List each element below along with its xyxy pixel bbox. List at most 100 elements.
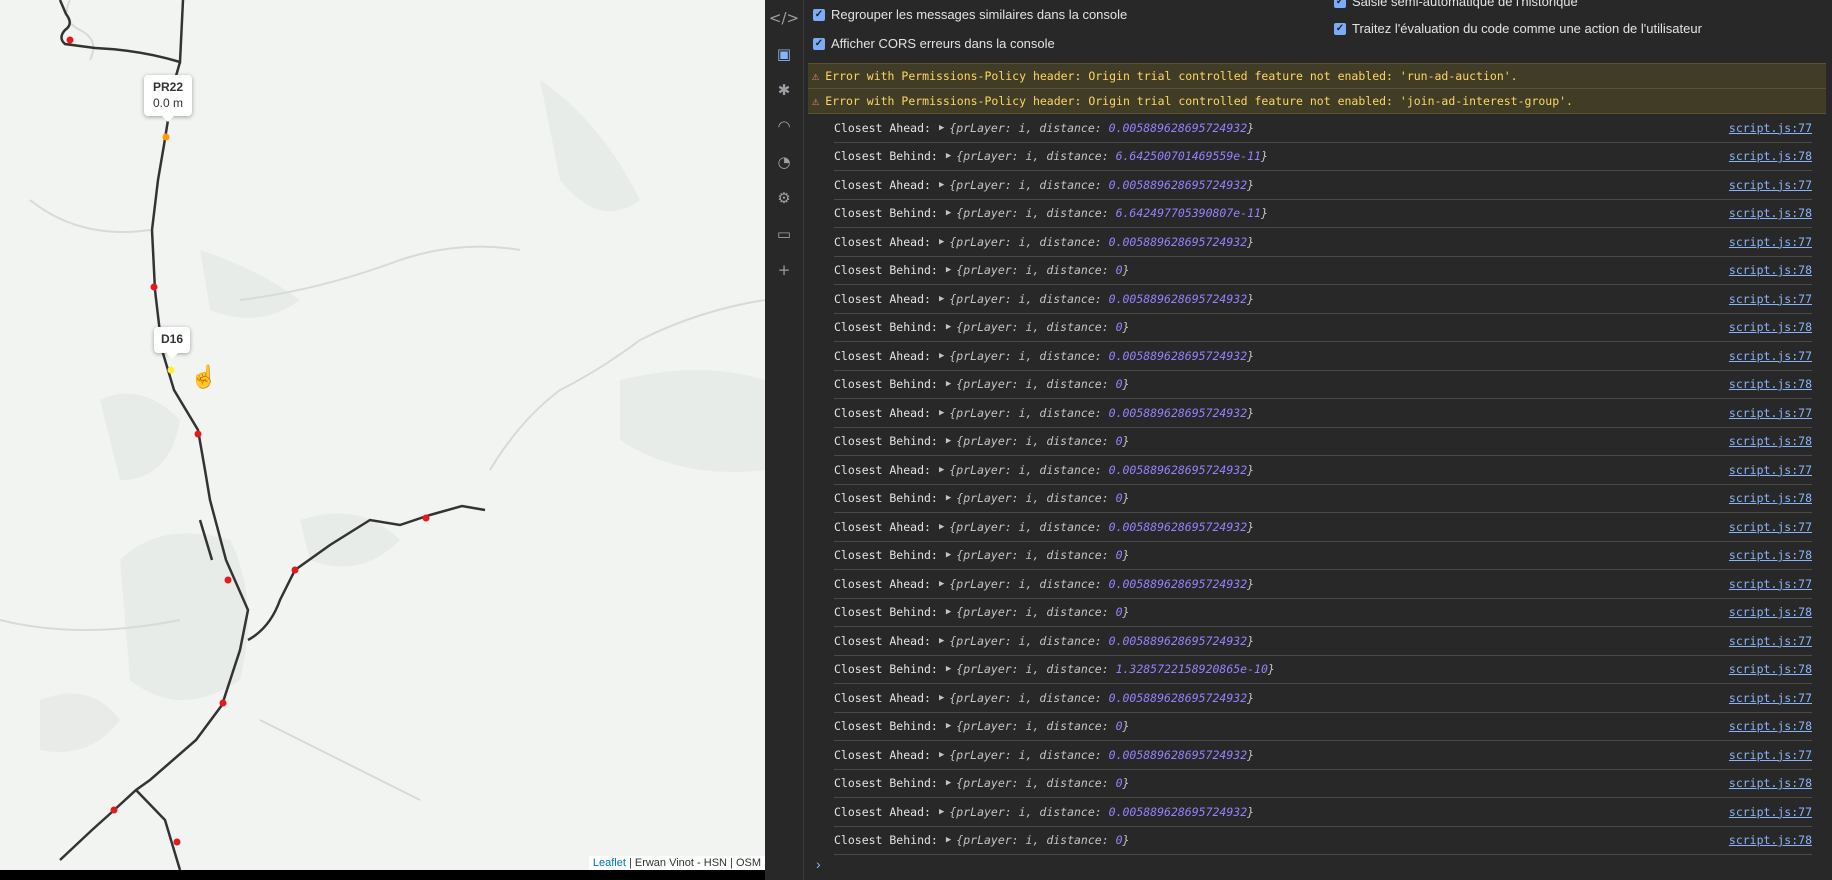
source-link[interactable]: script.js:78 — [1729, 548, 1812, 562]
checkbox-checked-icon[interactable]: ✓ — [813, 8, 825, 21]
console-log-row[interactable]: Closest Behind: ▶ {prLayer: i, distance: 6… — [834, 143, 1812, 171]
expand-triangle-icon[interactable]: ▶ — [946, 721, 951, 731]
setting-eval-user-action[interactable]: ✓ Traitez l'évaluation du code comme une… — [1334, 21, 1702, 36]
log-object[interactable]: {prLayer: i, distance: 0.005889628695724… — [949, 178, 1254, 192]
log-object[interactable]: {prLayer: i, distance: 0} — [956, 776, 1129, 790]
source-link[interactable]: script.js:77 — [1729, 349, 1812, 363]
console-log-row[interactable]: Closest Ahead: ▶ {prLayer: i, distance: 0.… — [834, 798, 1812, 827]
expand-triangle-icon[interactable]: ▶ — [939, 636, 944, 646]
code-icon[interactable]: </> — [765, 0, 803, 36]
expand-triangle-icon[interactable]: ▶ — [939, 123, 944, 133]
log-object[interactable]: {prLayer: i, distance: 0.005889628695724… — [949, 349, 1254, 363]
source-link[interactable]: script.js:78 — [1729, 320, 1812, 334]
source-link[interactable]: script.js:78 — [1729, 206, 1812, 220]
console-log-row[interactable]: Closest Behind: ▶ {prLayer: i, distance: 0… — [834, 371, 1812, 399]
setting-show-cors[interactable]: ✓ Afficher CORS erreurs dans la console — [813, 36, 1055, 51]
source-link[interactable]: script.js:78 — [1729, 263, 1812, 277]
log-object[interactable]: {prLayer: i, distance: 0} — [956, 491, 1129, 505]
expand-triangle-icon[interactable]: ▶ — [946, 493, 951, 503]
expand-triangle-icon[interactable]: ▶ — [939, 522, 944, 532]
expand-triangle-icon[interactable]: ▶ — [939, 294, 944, 304]
console-log-row[interactable]: Closest Ahead: ▶ {prLayer: i, distance: 0.… — [834, 228, 1812, 257]
expand-triangle-icon[interactable]: ▶ — [939, 351, 944, 361]
source-link[interactable]: script.js:78 — [1729, 833, 1812, 847]
source-link[interactable]: script.js:78 — [1729, 434, 1812, 448]
source-link[interactable]: script.js:77 — [1729, 178, 1812, 192]
source-link[interactable]: script.js:78 — [1729, 605, 1812, 619]
source-link[interactable]: script.js:77 — [1729, 691, 1812, 705]
expand-triangle-icon[interactable]: ▶ — [946, 151, 951, 161]
source-link[interactable]: script.js:78 — [1729, 662, 1812, 676]
expand-triangle-icon[interactable]: ▶ — [946, 322, 951, 332]
log-object[interactable]: {prLayer: i, distance: 0.005889628695724… — [949, 520, 1254, 534]
checkbox-checked-icon[interactable]: ✓ — [1334, 22, 1346, 35]
log-object[interactable]: {prLayer: i, distance: 0} — [956, 605, 1129, 619]
log-object[interactable]: {prLayer: i, distance: 6.642500701469559… — [956, 149, 1268, 163]
plus-icon[interactable]: + — [765, 252, 803, 288]
log-object[interactable]: {prLayer: i, distance: 0.005889628695724… — [949, 748, 1254, 762]
console-log-row[interactable]: Closest Behind: ▶ {prLayer: i, distance: 0… — [834, 257, 1812, 285]
console-log-row[interactable]: Closest Behind: ▶ {prLayer: i, distance: 0… — [834, 314, 1812, 342]
expand-triangle-icon[interactable]: ▶ — [946, 835, 951, 845]
console-log-row[interactable]: Closest Behind: ▶ {prLayer: i, distance: 0… — [834, 485, 1812, 513]
source-link[interactable]: script.js:77 — [1729, 748, 1812, 762]
console-log-row[interactable]: Closest Behind: ▶ {prLayer: i, distance: 0… — [834, 827, 1812, 855]
expand-triangle-icon[interactable]: ▶ — [939, 408, 944, 418]
checkbox-checked-icon[interactable]: ✓ — [1334, 0, 1346, 8]
expand-triangle-icon[interactable]: ▶ — [946, 265, 951, 275]
console-log-row[interactable]: Closest Ahead: ▶ {prLayer: i, distance: 0.… — [834, 684, 1812, 713]
source-link[interactable]: script.js:77 — [1729, 577, 1812, 591]
log-object[interactable]: {prLayer: i, distance: 0.005889628695724… — [949, 691, 1254, 705]
expand-triangle-icon[interactable]: ▶ — [939, 237, 944, 247]
expand-triangle-icon[interactable]: ▶ — [939, 180, 944, 190]
bug-icon[interactable]: ✱ — [765, 72, 803, 108]
console-warning[interactable]: ⚠ Error with Permissions-Policy header: … — [808, 63, 1826, 89]
log-object[interactable]: {prLayer: i, distance: 0} — [956, 548, 1129, 562]
source-link[interactable]: script.js:77 — [1729, 520, 1812, 534]
console-prompt-icon[interactable]: › — [816, 856, 821, 872]
expand-triangle-icon[interactable]: ▶ — [946, 778, 951, 788]
console-log-row[interactable]: Closest Ahead: ▶ {prLayer: i, distance: 0.… — [834, 399, 1812, 428]
console-log-row[interactable]: Closest Behind: ▶ {prLayer: i, distance: 0… — [834, 713, 1812, 741]
map-view[interactable]: PR22 0.0 m D16 ☝ Leaflet | Erwan Vinot -… — [0, 0, 765, 870]
log-object[interactable]: {prLayer: i, distance: 0.005889628695724… — [949, 577, 1254, 591]
console-log-row[interactable]: Closest Ahead: ▶ {prLayer: i, distance: 0.… — [834, 114, 1812, 143]
console-log-row[interactable]: Closest Behind: ▶ {prLayer: i, distance: 0… — [834, 599, 1812, 627]
log-object[interactable]: {prLayer: i, distance: 0.005889628695724… — [949, 235, 1254, 249]
console-log-row[interactable]: Closest Ahead: ▶ {prLayer: i, distance: 0.… — [834, 627, 1812, 656]
log-object[interactable]: {prLayer: i, distance: 0.005889628695724… — [949, 805, 1254, 819]
console-log-row[interactable]: Closest Ahead: ▶ {prLayer: i, distance: 0.… — [834, 456, 1812, 485]
expand-triangle-icon[interactable]: ▶ — [939, 465, 944, 475]
console-log-row[interactable]: Closest Ahead: ▶ {prLayer: i, distance: 0.… — [834, 285, 1812, 314]
map-canvas[interactable] — [0, 0, 765, 870]
chip-icon[interactable]: ⚙ — [765, 180, 803, 216]
log-object[interactable]: {prLayer: i, distance: 0} — [956, 719, 1129, 733]
console-log-row[interactable]: Closest Ahead: ▶ {prLayer: i, distance: 0.… — [834, 741, 1812, 770]
expand-triangle-icon[interactable]: ▶ — [939, 750, 944, 760]
source-link[interactable]: script.js:77 — [1729, 292, 1812, 306]
console-log-row[interactable]: Closest Ahead: ▶ {prLayer: i, distance: 0.… — [834, 171, 1812, 200]
log-object[interactable]: {prLayer: i, distance: 0.005889628695724… — [949, 406, 1254, 420]
log-object[interactable]: {prLayer: i, distance: 0} — [956, 320, 1129, 334]
expand-triangle-icon[interactable]: ▶ — [946, 664, 951, 674]
log-object[interactable]: {prLayer: i, distance: 0.005889628695724… — [949, 121, 1254, 135]
log-object[interactable]: {prLayer: i, distance: 0} — [956, 377, 1129, 391]
expand-triangle-icon[interactable]: ▶ — [939, 579, 944, 589]
log-object[interactable]: {prLayer: i, distance: 6.642497705390807… — [956, 206, 1268, 220]
wifi-icon[interactable]: ◠ — [765, 108, 803, 144]
expand-triangle-icon[interactable]: ▶ — [946, 436, 951, 446]
console-log-row[interactable]: Closest Behind: ▶ {prLayer: i, distance: 0… — [834, 770, 1812, 798]
source-link[interactable]: script.js:78 — [1729, 491, 1812, 505]
setting-autocomplete-history[interactable]: ✓ Saisie semi-automatique de l'historiqu… — [1334, 0, 1578, 9]
setting-group-similar[interactable]: ✓ Regrouper les messages similaires dans… — [813, 7, 1127, 22]
log-object[interactable]: {prLayer: i, distance: 1.328572215892086… — [956, 662, 1275, 676]
log-object[interactable]: {prLayer: i, distance: 0} — [956, 263, 1129, 277]
console-log-row[interactable]: Closest Ahead: ▶ {prLayer: i, distance: 0.… — [834, 513, 1812, 542]
source-link[interactable]: script.js:77 — [1729, 634, 1812, 648]
expand-triangle-icon[interactable]: ▶ — [946, 607, 951, 617]
console-log-row[interactable]: Closest Behind: ▶ {prLayer: i, distance: 1… — [834, 656, 1812, 684]
log-object[interactable]: {prLayer: i, distance: 0.005889628695724… — [949, 292, 1254, 306]
console-log-row[interactable]: Closest Behind: ▶ {prLayer: i, distance: 6… — [834, 200, 1812, 228]
leaflet-link[interactable]: Leaflet — [593, 857, 626, 869]
window-icon[interactable]: ▭ — [765, 216, 803, 252]
